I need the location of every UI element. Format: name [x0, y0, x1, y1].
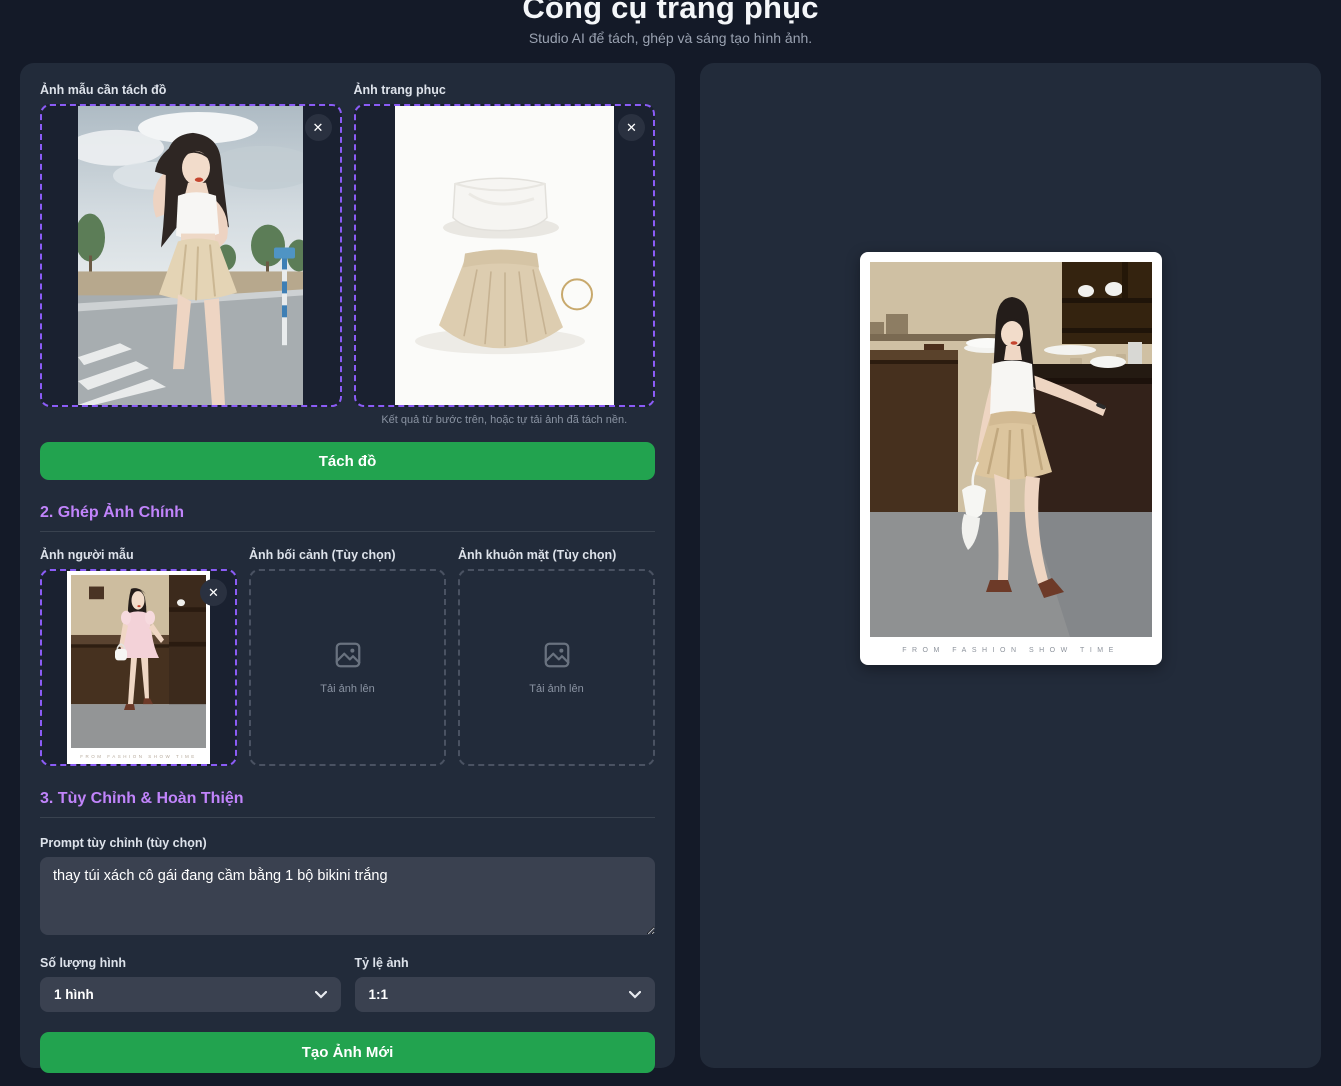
face-photo-dropzone[interactable]: Tải ảnh lên: [458, 569, 655, 766]
chevron-down-icon: [315, 991, 327, 999]
step2-upload-row: Ảnh người mẫu: [40, 548, 655, 766]
outfit-photo-label: Ảnh trang phục: [354, 83, 656, 97]
step1-upload-row: Ảnh mẫu cần tách đồ: [40, 83, 655, 426]
count-select-value: 1 hình: [54, 987, 94, 1002]
result-panel: FROM FASHION SHOW TIME: [700, 63, 1321, 1068]
ratio-select-column: Tỷ lệ ảnh 1:1: [355, 956, 656, 1012]
context-photo-label: Ảnh bối cảnh (Tùy chọn): [249, 548, 446, 562]
source-photo-close-button[interactable]: ✕: [305, 114, 332, 141]
outfit-hint-text: Kết quả từ bước trên, hoặc tự tải ảnh đã…: [354, 414, 656, 426]
model-photo-dropzone[interactable]: FROM FASHION SHOW TIME ✕: [40, 569, 237, 766]
model-kitchen-photo: [71, 575, 206, 748]
outfit-photo-column: Ảnh trang phục: [354, 83, 656, 426]
context-photo-dropzone[interactable]: Tải ảnh lên: [249, 569, 446, 766]
page-subtitle: Studio AI để tách, ghép và sáng tạo hình…: [0, 30, 1341, 46]
result-watermark: FROM FASHION SHOW TIME: [870, 637, 1152, 665]
outfit-photo-dropzone[interactable]: ✕: [354, 104, 656, 407]
source-photo-dropzone[interactable]: ✕: [40, 104, 342, 407]
source-photo-label: Ảnh mẫu cần tách đồ: [40, 83, 342, 97]
ratio-label: Tỷ lệ ảnh: [355, 956, 656, 970]
close-icon: ✕: [626, 121, 637, 134]
face-photo-column: Ảnh khuôn mặt (Tùy chọn) Tải ảnh lên: [458, 548, 655, 766]
face-photo-label: Ảnh khuôn mặt (Tùy chọn): [458, 548, 655, 562]
image-upload-icon: [333, 640, 363, 670]
photo-watermark: FROM FASHION SHOW TIME: [71, 748, 206, 764]
source-photo-column: Ảnh mẫu cần tách đồ: [40, 83, 342, 426]
page-title: Công cụ trang phục: [0, 0, 1341, 26]
ratio-select[interactable]: 1:1: [355, 977, 656, 1012]
ratio-select-value: 1:1: [369, 987, 389, 1002]
prompt-input[interactable]: thay túi xách cô gái đang cầm bằng 1 bộ …: [40, 857, 655, 935]
model-photo-close-button[interactable]: ✕: [200, 579, 227, 606]
model-framed-photo: FROM FASHION SHOW TIME: [67, 571, 210, 764]
result-card[interactable]: FROM FASHION SHOW TIME: [860, 252, 1162, 665]
extract-outfit-button[interactable]: Tách đồ: [40, 442, 655, 480]
upload-placeholder-text: Tải ảnh lên: [529, 683, 583, 695]
count-select[interactable]: 1 hình: [40, 977, 341, 1012]
count-select-column: Số lượng hình 1 hình: [40, 956, 341, 1012]
step3-heading: 3. Tùy Chỉnh & Hoàn Thiện: [40, 790, 655, 818]
close-icon: ✕: [208, 586, 219, 599]
controls-panel: Ảnh mẫu cần tách đồ: [20, 63, 675, 1068]
image-upload-icon: [542, 640, 572, 670]
options-row: Số lượng hình 1 hình Tỷ lệ ảnh 1:1: [40, 956, 655, 1012]
close-icon: ✕: [313, 121, 324, 134]
model-photo-label: Ảnh người mẫu: [40, 548, 237, 562]
source-model-photo: [78, 106, 303, 405]
page-header: Công cụ trang phục Studio AI để tách, gh…: [0, 0, 1341, 46]
chevron-down-icon: [629, 991, 641, 999]
main-layout: Ảnh mẫu cần tách đồ: [0, 63, 1341, 1068]
step2-heading: 2. Ghép Ảnh Chính: [40, 504, 655, 532]
outfit-flatlay-photo: [395, 106, 614, 405]
context-photo-column: Ảnh bối cảnh (Tùy chọn) Tải ảnh lên: [249, 548, 446, 766]
outfit-photo-close-button[interactable]: ✕: [618, 114, 645, 141]
count-label: Số lượng hình: [40, 956, 341, 970]
generated-result-photo: [870, 262, 1152, 637]
upload-placeholder-text: Tải ảnh lên: [320, 683, 374, 695]
prompt-label: Prompt tùy chỉnh (tùy chọn): [40, 836, 655, 850]
generate-image-button[interactable]: Tạo Ảnh Mới: [40, 1032, 655, 1073]
model-photo-column: Ảnh người mẫu: [40, 548, 237, 766]
